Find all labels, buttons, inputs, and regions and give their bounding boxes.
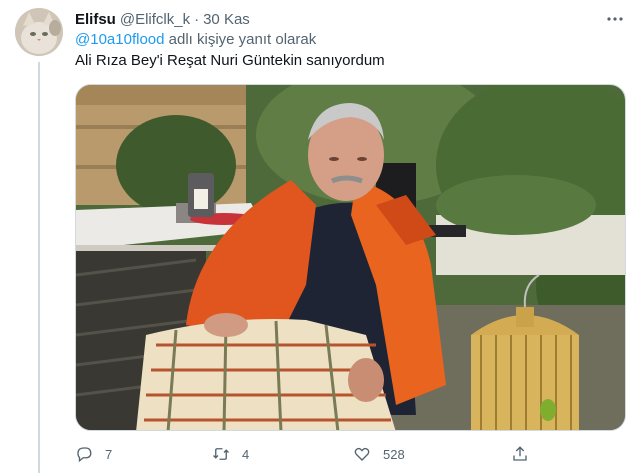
author-handle[interactable]: @Elifclk_k (120, 11, 190, 28)
reply-button[interactable]: 7 (75, 442, 112, 466)
reply-mention-link[interactable]: @10a10flood (75, 31, 164, 48)
more-icon (607, 17, 623, 21)
reply-icon (77, 447, 92, 463)
avatar[interactable] (15, 8, 63, 56)
cat-avatar-image (15, 8, 63, 56)
retweet-count: 4 (242, 446, 250, 462)
like-button[interactable]: 528 (353, 442, 405, 466)
tweet-text: Ali Rıza Bey'i Reşat Nuri Güntekin sanıy… (75, 52, 385, 69)
more-button[interactable] (604, 8, 626, 30)
photo-man-with-blanket (76, 85, 625, 430)
share-icon (513, 446, 527, 461)
separator-dot: · (194, 10, 200, 28)
reply-suffix: adlı kişiye yanıt olarak (164, 31, 317, 48)
tweet-media-photo[interactable] (75, 84, 626, 431)
retweet-button[interactable]: 4 (212, 442, 249, 466)
share-button[interactable] (511, 442, 529, 466)
replying-to: @10a10flood adlı kişiye yanıt olarak (75, 31, 316, 48)
author-name[interactable]: Elifsu (75, 11, 116, 28)
reply-count: 7 (105, 446, 113, 462)
retweet-icon (213, 448, 229, 460)
tweet-header: Elifsu @Elifclk_k · 30 Kas (75, 9, 250, 29)
timestamp[interactable]: 30 Kas (203, 11, 250, 28)
like-icon (354, 447, 370, 461)
action-bar: 7 4 528 (70, 442, 530, 466)
like-count: 528 (383, 446, 405, 462)
thread-line (38, 62, 40, 473)
